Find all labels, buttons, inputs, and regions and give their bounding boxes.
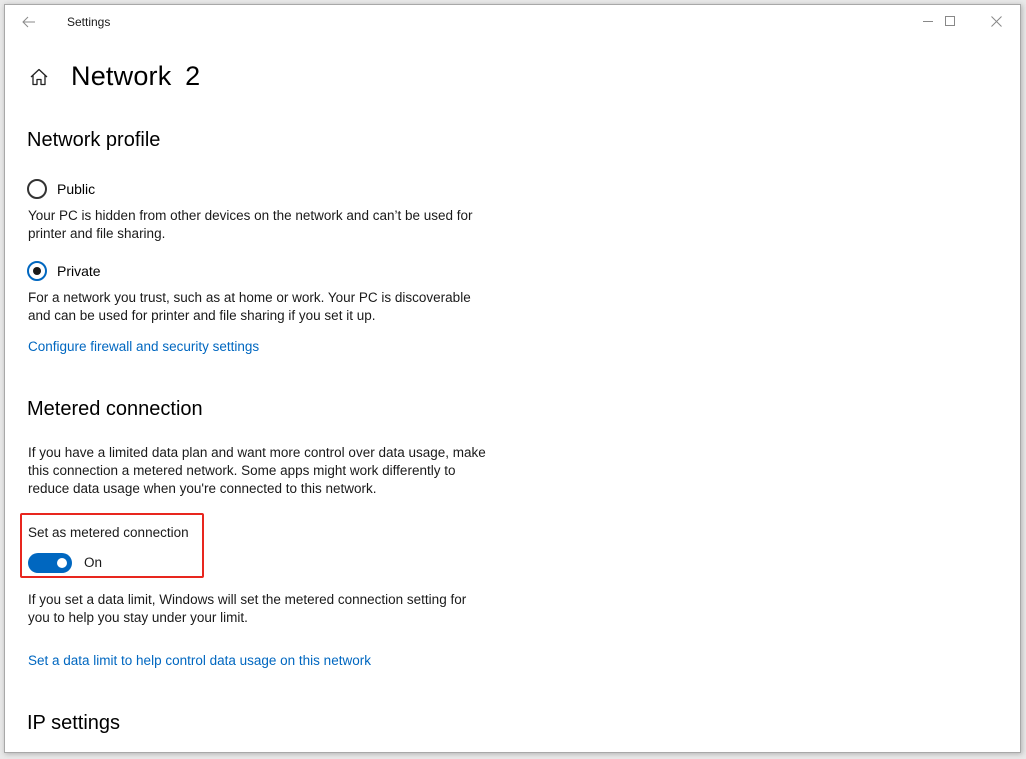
data-limit-link[interactable]: Set a data limit to help control data us… bbox=[28, 653, 371, 668]
maximize-button[interactable] bbox=[927, 5, 973, 37]
radio-private-indicator[interactable] bbox=[27, 261, 47, 281]
toggle-knob bbox=[57, 558, 67, 568]
radio-public-indicator[interactable] bbox=[27, 179, 47, 199]
network-profile-heading: Network profile bbox=[27, 129, 161, 151]
private-description: For a network you trust, such as at home… bbox=[28, 290, 471, 323]
configure-firewall-link[interactable]: Configure firewall and security settings bbox=[28, 339, 259, 354]
page-title: Network 2 bbox=[71, 61, 201, 91]
public-description: Your PC is hidden from other devices on … bbox=[28, 208, 473, 241]
toggle-state-text: On bbox=[84, 555, 103, 570]
maximize-icon bbox=[944, 15, 955, 26]
app-title: Settings bbox=[67, 15, 111, 29]
back-arrow-icon bbox=[22, 16, 35, 28]
home-icon bbox=[30, 68, 48, 85]
metered-toggle-label: Set as metered connection bbox=[28, 525, 189, 540]
ip-settings-heading: IP settings bbox=[27, 712, 121, 734]
title-bar: Settings bbox=[5, 5, 1020, 39]
radio-private[interactable]: Private bbox=[27, 261, 101, 281]
radio-private-label: Private bbox=[57, 263, 101, 279]
radio-public[interactable]: Public bbox=[27, 179, 95, 199]
metered-description: If you have a limited data plan and want… bbox=[28, 445, 486, 496]
radio-public-label: Public bbox=[57, 181, 96, 197]
home-button[interactable] bbox=[27, 65, 51, 89]
settings-window: Settings Network 2 Network profile Publi… bbox=[4, 4, 1021, 753]
close-button[interactable] bbox=[973, 5, 1019, 37]
metered-connection-heading: Metered connection bbox=[27, 398, 203, 420]
back-button[interactable] bbox=[17, 11, 41, 33]
data-limit-description: If you set a data limit, Windows will se… bbox=[28, 592, 467, 625]
close-icon bbox=[990, 15, 1002, 27]
page-header: Network 2 bbox=[27, 61, 200, 92]
metered-toggle[interactable] bbox=[28, 553, 72, 573]
